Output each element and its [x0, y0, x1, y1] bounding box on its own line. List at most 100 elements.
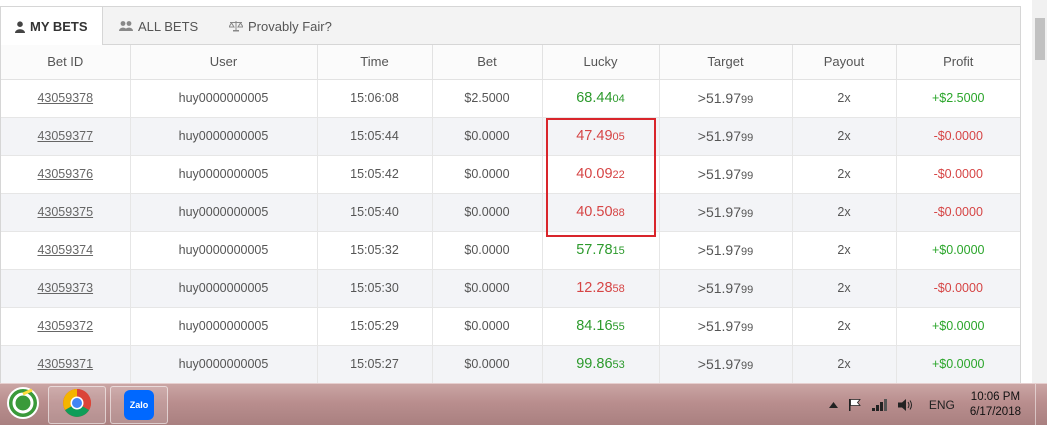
tab-label: Provably Fair?: [248, 18, 332, 34]
target-small: 99: [740, 170, 754, 182]
col-profit[interactable]: Profit: [896, 45, 1020, 80]
profit-cell: +$0.0000: [896, 307, 1020, 346]
col-time[interactable]: Time: [317, 45, 433, 80]
bet-id-cell: 43059372: [1, 307, 131, 346]
lucky-main: 40.50: [576, 204, 613, 220]
bet-amount-cell: $0.0000: [432, 345, 543, 383]
target-small: 99: [740, 208, 754, 220]
bet-id-link[interactable]: 43059374: [37, 243, 93, 257]
target-cell: >51.9799: [659, 231, 793, 270]
tab-label: MY BETS: [30, 19, 88, 34]
time-cell: 15:05:29: [317, 307, 433, 346]
target-value: >51.9799: [698, 280, 753, 296]
time-cell: 15:06:08: [317, 79, 433, 118]
tab-my-bets[interactable]: MY BETS: [1, 7, 103, 46]
target-value: >51.9799: [698, 166, 753, 182]
bet-amount-cell: $2.5000: [432, 79, 543, 118]
tab-bar: MY BETS ALL BETS Provably Fair?: [1, 7, 1020, 46]
lucky-cell: 99.8653: [542, 345, 660, 383]
col-payout[interactable]: Payout: [792, 45, 897, 80]
bet-amount-cell: $0.0000: [432, 231, 543, 270]
table-row: 43059373 huy0000000005 15:05:30 $0.0000 12.2…: [1, 269, 1020, 308]
scrollbar-thumb[interactable]: [1035, 18, 1045, 60]
tab-provably-fair[interactable]: Provably Fair?: [215, 7, 346, 45]
show-desktop-button[interactable]: [1035, 384, 1047, 425]
bet-id-link[interactable]: 43059378: [37, 91, 93, 105]
col-target[interactable]: Target: [659, 45, 793, 80]
lucky-main: 57.78: [576, 242, 613, 258]
volume-icon[interactable]: [897, 398, 914, 412]
bet-amount-cell: $0.0000: [432, 307, 543, 346]
coccoc-browser-icon: [6, 386, 40, 425]
bets-panel: MY BETS ALL BETS Provably Fair? Bet ID U…: [0, 6, 1021, 383]
target-small: 99: [740, 132, 754, 144]
taskbar-zalo[interactable]: Zalo: [110, 386, 168, 424]
bet-id-link[interactable]: 43059372: [37, 319, 93, 333]
network-signal-icon[interactable]: [871, 399, 888, 411]
user-cell: huy0000000005: [130, 307, 318, 346]
lucky-small: 15: [612, 245, 625, 257]
target-main: >51.97: [697, 356, 741, 372]
start-button[interactable]: [0, 386, 46, 424]
language-indicator[interactable]: ENG: [929, 398, 955, 412]
payout-cell: 2x: [792, 117, 897, 156]
lucky-value: 57.7815: [576, 242, 625, 258]
clock[interactable]: 10:06 PM 6/17/2018: [970, 390, 1021, 420]
tab-label: ALL BETS: [138, 18, 199, 34]
clock-date: 6/17/2018: [969, 406, 1021, 418]
user-cell: huy0000000005: [130, 231, 318, 270]
profit-cell: -$0.0000: [896, 117, 1020, 156]
lucky-cell: 40.0922: [542, 155, 660, 194]
col-bet-id[interactable]: Bet ID: [1, 45, 131, 80]
tab-all-bets[interactable]: ALL BETS: [105, 7, 212, 45]
windows-taskbar: Zalo ENG 10:06 PM 6/17/2018: [0, 383, 1047, 425]
bet-id-link[interactable]: 43059376: [37, 167, 93, 181]
taskbar-chrome[interactable]: [48, 386, 106, 424]
time-cell: 15:05:40: [317, 193, 433, 232]
bet-id-link[interactable]: 43059371: [37, 357, 93, 371]
col-bet[interactable]: Bet: [432, 45, 543, 80]
system-tray: ENG 10:06 PM 6/17/2018: [824, 384, 1047, 425]
payout-cell: 2x: [792, 155, 897, 194]
target-cell: >51.9799: [659, 307, 793, 346]
bet-id-cell: 43059374: [1, 231, 131, 270]
time-cell: 15:05:27: [317, 345, 433, 383]
chrome-icon: [62, 388, 92, 423]
bet-id-cell: 43059373: [1, 269, 131, 308]
zalo-label: Zalo: [129, 400, 149, 410]
users-icon: [119, 20, 133, 32]
time-cell: 15:05:32: [317, 231, 433, 270]
payout-cell: 2x: [792, 79, 897, 118]
target-small: 99: [740, 246, 754, 258]
target-main: >51.97: [697, 242, 741, 258]
table-row: 43059374 huy0000000005 15:05:32 $0.0000 57.7…: [1, 231, 1020, 270]
table-row: 43059377 huy0000000005 15:05:44 $0.0000 47.4…: [1, 117, 1020, 156]
lucky-cell: 40.5088: [542, 193, 660, 232]
target-value: >51.9799: [698, 318, 753, 334]
bet-id-link[interactable]: 43059373: [37, 281, 93, 295]
action-center-flag-icon[interactable]: [848, 398, 862, 412]
bet-id-cell: 43059371: [1, 345, 131, 383]
table-header: Bet ID User Time Bet Lucky Target Payout…: [1, 45, 1020, 80]
col-lucky[interactable]: Lucky: [542, 45, 660, 80]
target-value: >51.9799: [698, 128, 753, 144]
target-cell: >51.9799: [659, 193, 793, 232]
bet-id-link[interactable]: 43059375: [37, 205, 93, 219]
bet-id-link[interactable]: 43059377: [37, 129, 93, 143]
show-hidden-icons-icon[interactable]: [828, 402, 838, 408]
page-scrollbar[interactable]: [1032, 0, 1047, 383]
lucky-cell: 12.2858: [542, 269, 660, 308]
table-row: 43059375 huy0000000005 15:05:40 $0.0000 40.5…: [1, 193, 1020, 232]
user-cell: huy0000000005: [130, 269, 318, 308]
user-cell: huy0000000005: [130, 345, 318, 383]
target-value: >51.9799: [698, 242, 753, 258]
user-icon: [15, 20, 25, 33]
lucky-small: 55: [612, 321, 625, 333]
payout-cell: 2x: [792, 231, 897, 270]
bet-amount-cell: $0.0000: [432, 117, 543, 156]
profit-cell: +$0.0000: [896, 231, 1020, 270]
col-user[interactable]: User: [130, 45, 318, 80]
lucky-value: 68.4404: [576, 90, 625, 106]
profit-cell: -$0.0000: [896, 193, 1020, 232]
target-cell: >51.9799: [659, 269, 793, 308]
